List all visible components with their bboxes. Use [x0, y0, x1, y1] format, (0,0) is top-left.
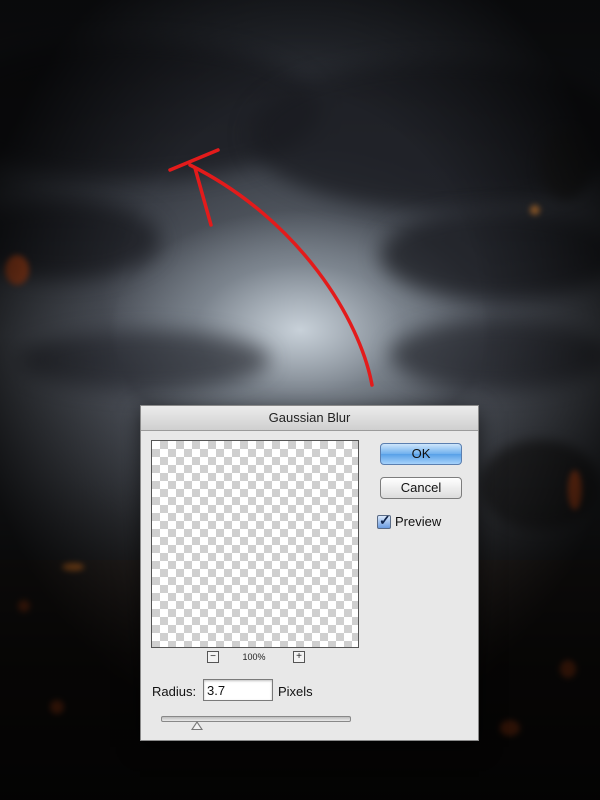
preview-checkbox[interactable]: ✓ — [377, 512, 391, 529]
minus-icon[interactable]: − — [207, 651, 219, 663]
ok-button[interactable]: OK — [380, 443, 462, 465]
radius-row: Radius: Pixels — [152, 679, 402, 703]
dialog-title[interactable]: Gaussian Blur — [141, 406, 478, 431]
preview-pane[interactable] — [151, 440, 359, 648]
radius-label: Radius: — [152, 684, 197, 699]
radius-input[interactable] — [203, 679, 273, 701]
gaussian-blur-dialog: Gaussian Blur − 100% + OK Cancel ✓ Previ… — [140, 405, 479, 741]
zoom-level: 100% — [242, 652, 266, 662]
slider-track[interactable] — [161, 716, 351, 722]
preview-label[interactable]: Preview — [395, 514, 441, 529]
cancel-button[interactable]: Cancel — [380, 477, 462, 499]
zoom-controls: − 100% + — [207, 651, 307, 665]
slider-thumb[interactable] — [191, 721, 204, 730]
plus-icon[interactable]: + — [293, 651, 305, 663]
radius-slider[interactable] — [161, 715, 351, 733]
checkmark-icon: ✓ — [379, 512, 391, 528]
radius-unit: Pixels — [278, 684, 313, 699]
